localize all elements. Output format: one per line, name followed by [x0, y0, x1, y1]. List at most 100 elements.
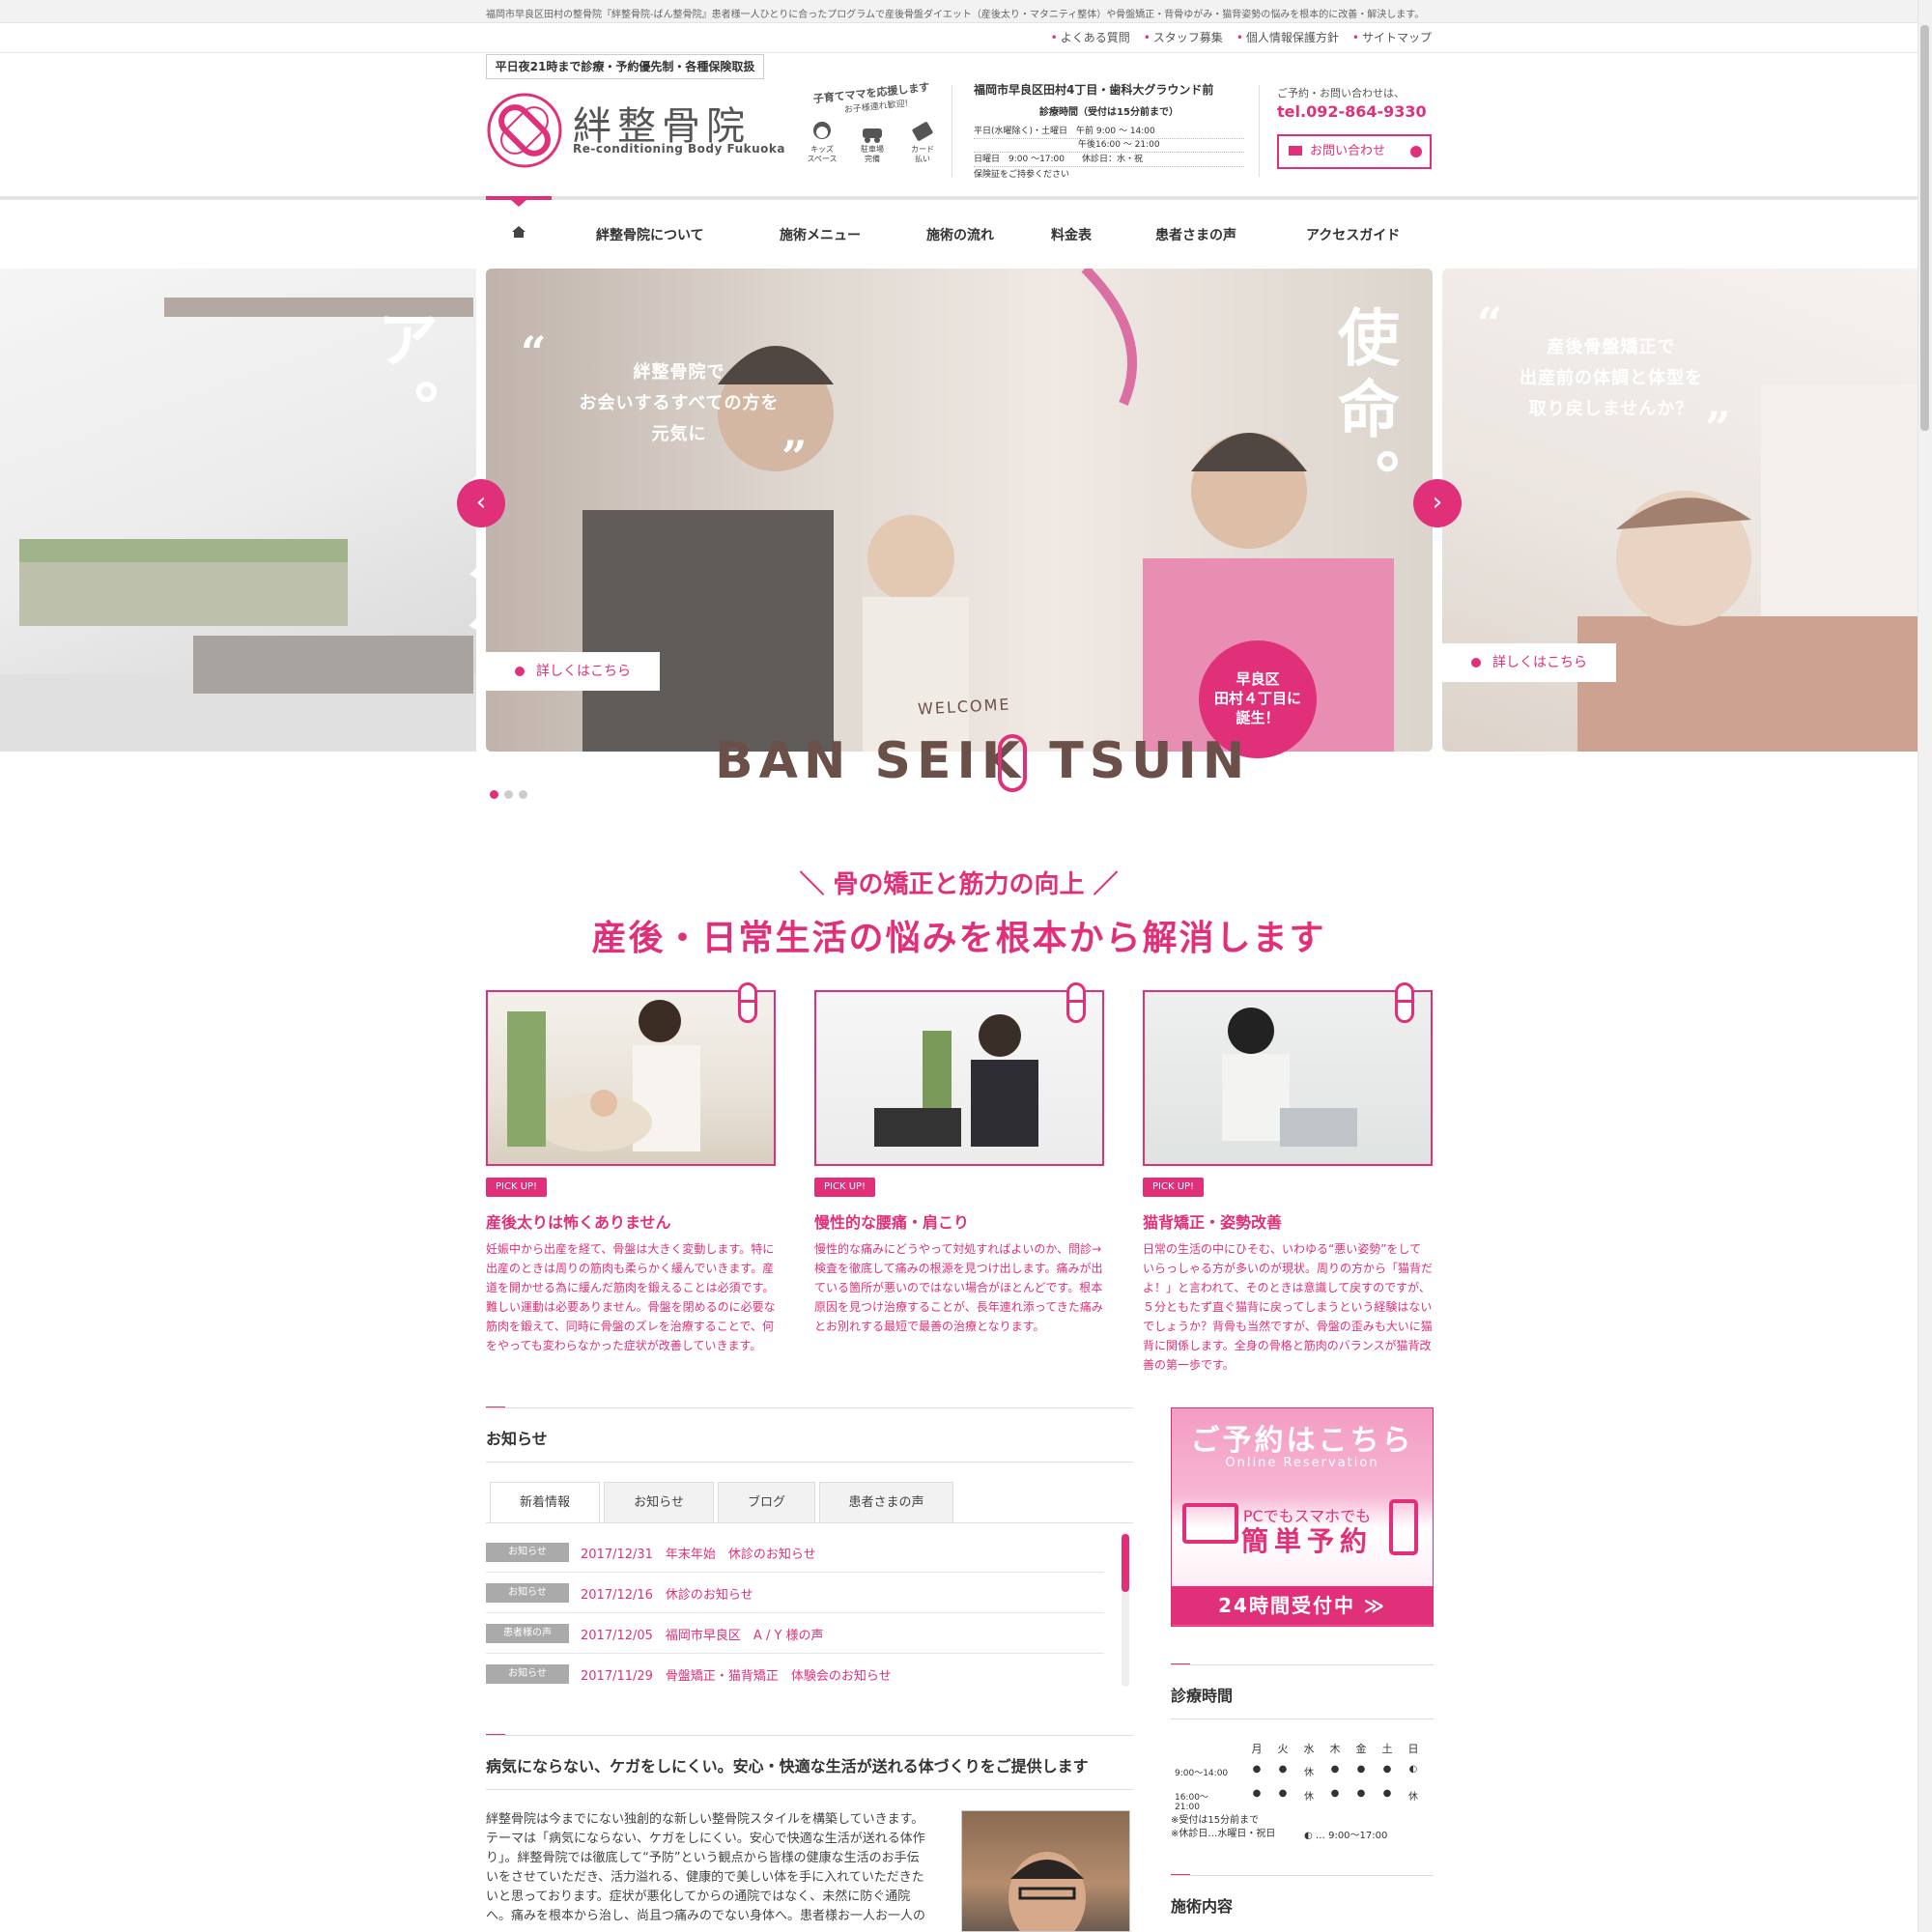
news-category: お知らせ	[486, 1543, 569, 1562]
section-subheading: ＼ 骨の矯正と筋力の向上 ／	[799, 870, 1119, 899]
nav-flow[interactable]: 施術の流れ	[926, 225, 994, 244]
bandage-icon	[738, 982, 757, 1023]
hero-left-vertical-text: トータルケア。	[366, 307, 476, 665]
news-row[interactable]: お知らせ 2017/12/31 年末年始 休診のお知らせ	[486, 1532, 1104, 1573]
mother-baby-image	[507, 1000, 700, 1151]
news-link[interactable]: 2017/12/05 福岡市早良区 A / Y 様の声	[581, 1625, 824, 1643]
bandage-icon	[1066, 982, 1086, 1023]
director-portrait	[1009, 1852, 1086, 1931]
close-quote-icon: ”	[781, 431, 808, 483]
faq-link[interactable]: よくある質問	[1051, 29, 1130, 45]
schedule-day: 木	[1329, 1743, 1341, 1755]
section-heading: 産後・日常生活の悩みを根本から解消します	[591, 919, 1326, 958]
logo-icon[interactable]	[486, 92, 563, 169]
contact-intro: ご予約・お問い合わせは、	[1277, 87, 1405, 99]
nav-price[interactable]: 料金表	[1051, 225, 1092, 244]
schedule-legend: ◐ … 9:00〜17:00	[1304, 1831, 1388, 1841]
hero-right-quote: 産後骨盤矯正で 出産前の体調と体型を 取り戻しませんか？	[1500, 332, 1722, 425]
card-title[interactable]: 産後太りは怖くありません	[486, 1209, 671, 1233]
tab-voice[interactable]: 患者さまの声	[819, 1482, 953, 1522]
opening-badge-line: 早良区	[1236, 670, 1280, 688]
reservation-easy-text: 簡単予約	[1240, 1525, 1373, 1557]
director-photo	[961, 1810, 1130, 1932]
schedule-cell: 休	[1408, 1792, 1418, 1803]
pickup-badge: PICK UP!	[1143, 1178, 1205, 1197]
privacy-link[interactable]: 個人情報保護方針	[1236, 29, 1339, 45]
schedule-day: 日	[1407, 1743, 1419, 1755]
reservation-24h-button[interactable]: 24時間受付中 ≫	[1171, 1586, 1434, 1625]
schedule-day: 月	[1251, 1743, 1263, 1755]
nav-menu[interactable]: 施術メニュー	[780, 225, 861, 244]
news-row[interactable]: 患者様の声 2017/12/05 福岡市早良区 A / Y 様の声	[486, 1613, 1104, 1654]
divider	[486, 1789, 1133, 1790]
contact-button[interactable]: お問い合わせ	[1277, 134, 1432, 169]
hero-slide-prev[interactable]: トータルケア。	[0, 269, 476, 752]
parking-icon	[863, 128, 882, 143]
news-title: お知らせ	[486, 1430, 548, 1448]
slider-dot[interactable]	[490, 790, 498, 799]
schedule-note: ※受付は15分前まで	[1171, 1815, 1260, 1826]
utility-links: よくある質問 スタッフ募集 個人情報保護方針 サイトマップ	[1051, 29, 1432, 45]
nav-voice[interactable]: 患者さまの声	[1155, 225, 1236, 244]
sitemap-link[interactable]: サイトマップ	[1352, 29, 1432, 45]
laptop-woman-image	[1222, 1008, 1357, 1147]
about-title: 病気にならない、ケガをしにくい。安心・快適な生活が送れる体づくりをご提供します	[486, 1757, 1089, 1776]
nav-about[interactable]: 絆整骨院について	[596, 225, 704, 244]
divider	[486, 1407, 1133, 1408]
hours-note: 保険証をご持参ください	[974, 170, 1070, 180]
nav-active-pointer	[511, 200, 526, 207]
card-icon	[912, 122, 933, 141]
card-image-postpartum[interactable]	[486, 990, 776, 1166]
schedule-day: 金	[1355, 1743, 1367, 1755]
parking-label: 駐車場 完備	[861, 145, 884, 163]
nav-access[interactable]: アクセスガイド	[1306, 225, 1400, 244]
hero-slide-next[interactable]: “ 産後骨盤矯正で 出産前の体調と体型を 取り戻しませんか？ ” 詳しくはこちら	[1442, 269, 1932, 752]
card-title[interactable]: 猫背矯正・姿勢改善	[1143, 1209, 1282, 1233]
reservation-title[interactable]: ご予約はこちら	[1171, 1416, 1434, 1459]
news-category: お知らせ	[486, 1664, 569, 1684]
divider	[1171, 1664, 1434, 1665]
slider-prev-arrow[interactable]: ‹	[457, 479, 505, 527]
tab-notice[interactable]: お知らせ	[604, 1482, 714, 1522]
hero-quote-line: お会いするすべての方を	[579, 393, 780, 413]
card-title[interactable]: 慢性的な腰痛・肩こり	[814, 1209, 969, 1233]
divider	[486, 1735, 1133, 1736]
slider-next-arrow[interactable]: ›	[1413, 479, 1462, 527]
page-scroll-thumb[interactable]	[1920, 25, 1929, 431]
news-link[interactable]: 2017/11/29 骨盤矯正・猫背矯正 体験会のお知らせ	[581, 1665, 892, 1684]
news-link[interactable]: 2017/12/31 年末年始 休診のお知らせ	[581, 1544, 816, 1562]
recruit-link[interactable]: スタッフ募集	[1144, 29, 1223, 45]
treatment-menu-title: 施術内容	[1171, 1897, 1234, 1916]
pickup-badge: PICK UP!	[486, 1178, 548, 1197]
bandage-icon	[998, 734, 1027, 792]
site-tagline: 福岡市早良区田村の整骨院『絆整骨院-ばん整骨院』患者様一人ひとりに合ったプログラ…	[486, 10, 1425, 20]
hero-right-detail-button[interactable]: 詳しくはこちら	[1442, 643, 1616, 682]
slider-dot[interactable]	[504, 790, 513, 799]
schedule-cell: ●	[1278, 1788, 1288, 1799]
card-image-posture[interactable]	[1143, 990, 1433, 1166]
schedule-day: 土	[1381, 1743, 1393, 1755]
schedule-cell: ●	[1252, 1764, 1262, 1775]
slider-dot[interactable]	[519, 790, 527, 799]
reservation-subtitle: Online Reservation	[1225, 1456, 1379, 1470]
tab-blog[interactable]: ブログ	[718, 1482, 815, 1522]
slider-dots	[490, 790, 527, 799]
news-scroll-thumb[interactable]	[1122, 1534, 1129, 1592]
opening-badge-line: 田村４丁目に	[1213, 690, 1301, 707]
hero-detail-button[interactable]: 詳しくはこちら	[486, 652, 660, 691]
news-row[interactable]: お知らせ 2017/12/16 休診のお知らせ	[486, 1573, 1104, 1613]
open-quote-icon: “	[521, 327, 547, 379]
card-image-backpain[interactable]	[814, 990, 1104, 1166]
schedule-cell: ●	[1382, 1788, 1392, 1799]
hero-quote-line: 元気に	[651, 424, 707, 444]
news-row[interactable]: お知らせ 2017/11/29 骨盤矯正・猫背矯正 体験会のお知らせ	[486, 1654, 1104, 1694]
schedule-cell: ◐	[1408, 1764, 1418, 1775]
news-link[interactable]: 2017/12/16 休診のお知らせ	[581, 1584, 753, 1603]
hero-quote-line: 産後骨盤矯正で	[1547, 337, 1676, 357]
home-icon[interactable]	[511, 225, 526, 239]
tab-latest[interactable]: 新着情報	[490, 1482, 600, 1522]
phone-number[interactable]: tel.092-864-9330	[1277, 102, 1427, 121]
hero-center-vertical-text: 使命。	[1327, 305, 1399, 520]
opening-badge-line: 誕生！	[1236, 709, 1280, 726]
divider	[0, 52, 1918, 53]
